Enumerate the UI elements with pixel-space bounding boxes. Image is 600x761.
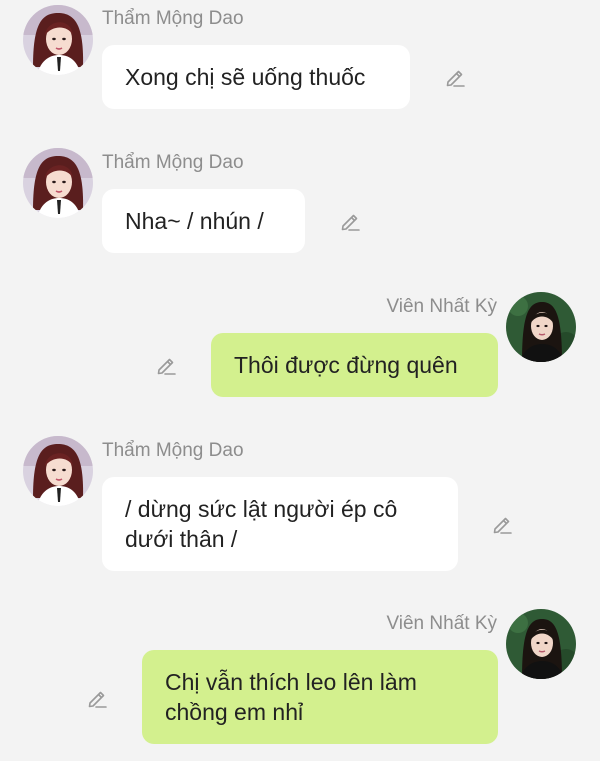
avatar-dark-hair-icon[interactable]: [506, 609, 576, 679]
edit-icon[interactable]: [154, 353, 178, 377]
sender-name: Thẩm Mộng Dao: [102, 152, 244, 173]
message-bubble[interactable]: Thôi được đừng quên: [211, 333, 498, 397]
edit-icon[interactable]: [85, 686, 109, 710]
message-bubble[interactable]: Chị vẫn thích leo lên làm chồng em nhỉ: [142, 650, 498, 744]
avatar-dark-hair-icon[interactable]: [506, 292, 576, 362]
avatar-red-hair-icon[interactable]: [23, 5, 93, 75]
avatar-red-hair-icon[interactable]: [23, 436, 93, 506]
message-bubble[interactable]: Xong chị sẽ uống thuốc: [102, 45, 410, 109]
edit-icon[interactable]: [338, 209, 362, 233]
message-bubble[interactable]: Nha~ / nhún /: [102, 189, 305, 253]
sender-name: Thẩm Mộng Dao: [102, 8, 244, 29]
sender-name: Viên Nhất Kỳ: [386, 296, 497, 317]
edit-icon[interactable]: [490, 512, 514, 536]
sender-name: Thẩm Mộng Dao: [102, 440, 244, 461]
edit-icon[interactable]: [443, 65, 467, 89]
sender-name: Viên Nhất Kỳ: [386, 613, 497, 634]
message-bubble[interactable]: / dừng sức lật người ép cô dưới thân /: [102, 477, 458, 571]
avatar-red-hair-icon[interactable]: [23, 148, 93, 218]
